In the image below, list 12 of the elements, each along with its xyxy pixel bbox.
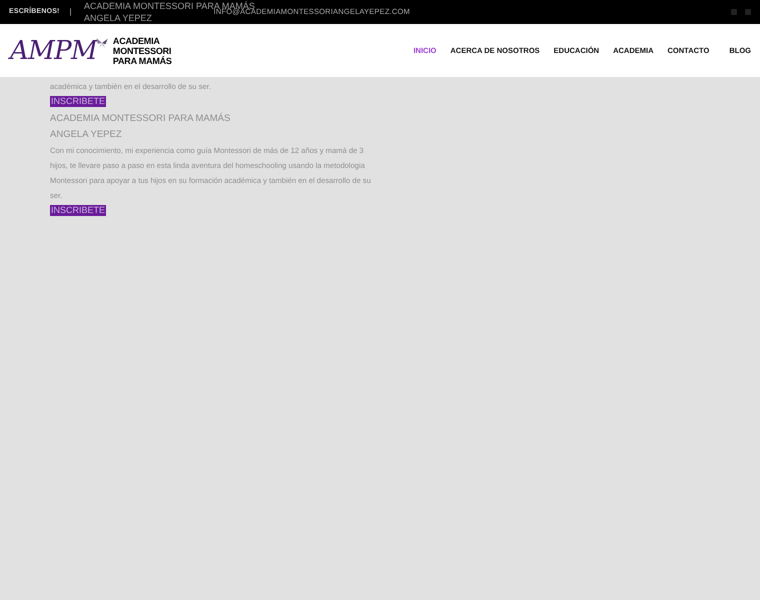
- signup-button[interactable]: INSCRIBETE: [50, 205, 106, 216]
- author-name: ANGELA YEPEZ: [84, 12, 152, 24]
- author-name: ANGELA YEPEZ: [50, 128, 123, 142]
- social-icon[interactable]: [745, 9, 751, 15]
- logo-text: PARA MAMÁS: [112, 56, 172, 66]
- section-title: ACADEMIA MONTESSORI PARA MAMÁS: [50, 112, 232, 126]
- social-icon[interactable]: [731, 9, 737, 15]
- logo-text: MONTESSORI: [112, 46, 172, 56]
- logo-text: ACADEMIA: [112, 36, 161, 46]
- separator: |: [70, 6, 72, 18]
- signup-button[interactable]: INSCRIBETE: [50, 96, 106, 107]
- logo-monogram[interactable]: AMPM: [10, 36, 97, 66]
